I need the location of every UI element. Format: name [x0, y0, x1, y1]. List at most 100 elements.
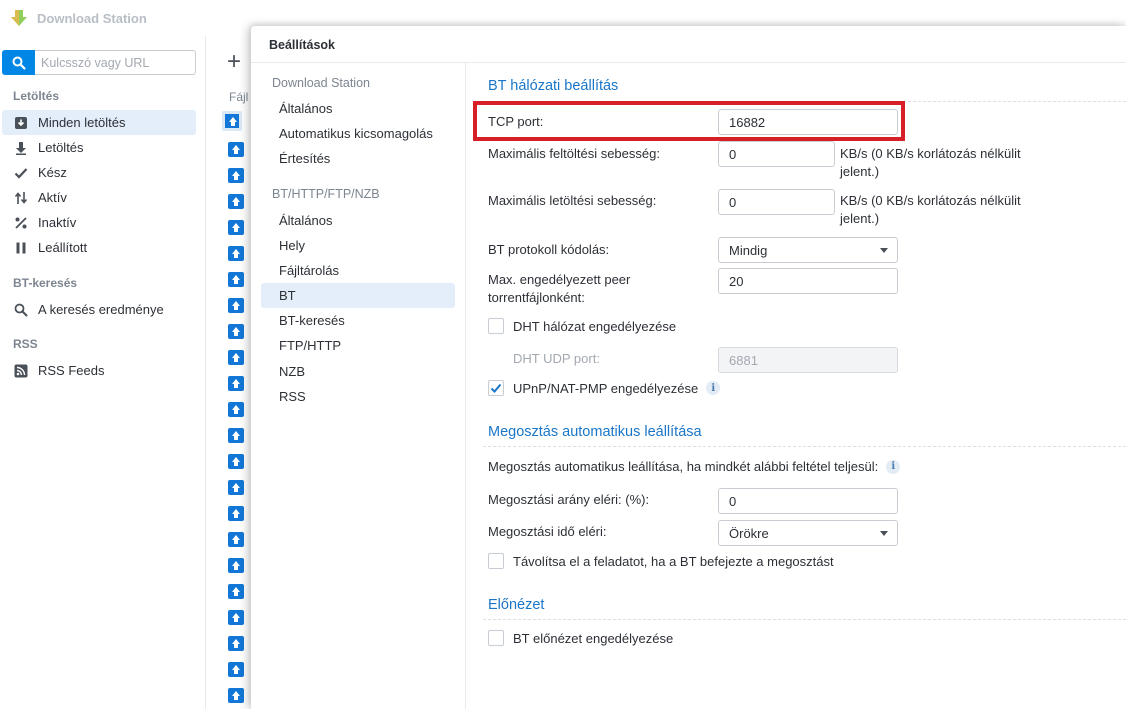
file-icon	[228, 506, 244, 521]
dialog-title: Beállítások	[269, 38, 336, 52]
share-ratio-field[interactable]	[718, 488, 898, 514]
max-download-label: Maximális letöltési sebesség:	[488, 193, 657, 208]
max-upload-unit: KB/s (0 KB/s korlátozás nélkülit jelent.…	[840, 146, 1021, 179]
share-time-label: Megosztási idő eléri:	[488, 524, 607, 539]
sidebar-item-label: Kész	[38, 165, 67, 180]
upnp-checkbox[interactable]	[488, 380, 504, 396]
file-icon	[228, 142, 244, 157]
sidebar-item-label: RSS Feeds	[38, 363, 105, 378]
share-ratio-label: Megosztási arány eléri: (%):	[488, 492, 650, 507]
pause-icon	[14, 241, 28, 255]
search-bar	[2, 50, 196, 75]
section-title-share-stop: Megosztás automatikus leállítása	[488, 424, 702, 440]
remove-task-checkbox-label: Távolítsa el a feladatot, ha a BT befeje…	[513, 553, 834, 569]
max-upload-field[interactable]	[718, 141, 835, 167]
nav-item-nzb[interactable]: NZB	[261, 359, 455, 384]
section-header-rss: RSS	[13, 337, 38, 351]
add-button[interactable]: +	[227, 50, 241, 74]
sidebar-item-rss-feeds[interactable]: RSS Feeds	[2, 358, 196, 383]
app-title: Download Station	[37, 10, 147, 26]
arrow-down-icon	[14, 141, 28, 155]
file-icon	[228, 376, 244, 391]
checkmark-icon	[490, 383, 502, 393]
preview-checkbox[interactable]	[488, 630, 504, 646]
up-down-arrows-icon	[14, 191, 28, 205]
sidebar-item-downloading[interactable]: Letöltés	[2, 135, 196, 160]
nav-item-ftp-http[interactable]: FTP/HTTP	[261, 333, 455, 358]
max-peer-field[interactable]	[718, 268, 898, 294]
sidebar-item-active[interactable]: Aktív	[2, 185, 196, 210]
tcp-port-field[interactable]	[718, 109, 898, 135]
nav-item-bt[interactable]: BT	[261, 283, 455, 308]
settings-content: BT hálózati beállítás TCP port: Maximáli…	[467, 63, 1126, 709]
section-title-preview: Előnézet	[488, 597, 545, 613]
file-icon	[228, 168, 244, 183]
file-icon	[222, 111, 242, 131]
protocol-label: BT protokoll kódolás:	[488, 242, 610, 257]
file-icon	[228, 220, 244, 235]
file-icon	[228, 272, 244, 287]
file-icon	[228, 298, 244, 313]
protocol-select[interactable]: Mindig	[718, 237, 898, 263]
protocol-select-value: Mindig	[729, 242, 768, 258]
checkmark-icon	[14, 166, 28, 180]
rss-icon	[14, 364, 28, 378]
sidebar-item-stopped[interactable]: Leállított	[2, 235, 196, 260]
nav-item-bt-search[interactable]: BT-keresés	[261, 308, 455, 333]
nav-item-notification[interactable]: Értesítés	[261, 146, 455, 171]
max-download-field[interactable]	[718, 189, 835, 215]
file-icon	[228, 324, 244, 339]
sidebar-item-completed[interactable]: Kész	[2, 160, 196, 185]
dht-port-label: DHT UDP port:	[513, 351, 600, 366]
search-input[interactable]	[35, 50, 196, 75]
file-icon	[228, 532, 244, 547]
sidebar-item-label: Letöltés	[38, 140, 84, 155]
nav-item-auto-extract[interactable]: Automatikus kicsomagolás	[261, 121, 455, 146]
share-stop-condition-text: Megosztás automatikus leállítása, ha min…	[488, 459, 879, 474]
search-button[interactable]	[2, 50, 35, 75]
sidebar-item-label: Inaktív	[38, 215, 77, 230]
download-station-logo-icon	[11, 10, 27, 26]
max-upload-label: Maximális feltöltési sebesség:	[488, 146, 660, 161]
nav-item-location[interactable]: Hely	[261, 233, 455, 258]
info-icon[interactable]: i	[706, 381, 721, 395]
file-icon	[228, 350, 244, 365]
sidebar-item-label: Aktív	[38, 190, 67, 205]
nav-item-general-ds[interactable]: Általános	[261, 96, 455, 121]
sidebar-item-inactive[interactable]: Inaktív	[2, 210, 196, 235]
section-header-bt-search: BT-keresés	[13, 276, 78, 290]
file-icon	[228, 558, 244, 573]
nav-item-rss[interactable]: RSS	[261, 384, 455, 409]
preview-checkbox-row[interactable]: BT előnézet engedélyezése	[488, 630, 673, 646]
chevron-down-icon	[880, 531, 888, 536]
sidebar-item-label: A keresés eredménye	[38, 302, 164, 317]
sidebar-item-all-downloads[interactable]: Minden letöltés	[2, 110, 196, 135]
dht-checkbox[interactable]	[488, 318, 504, 334]
share-stop-condition: Megosztás automatikus leállítása, ha min…	[488, 458, 901, 476]
upnp-checkbox-row[interactable]: UPnP/NAT-PMP engedélyezése i	[488, 380, 721, 396]
info-icon[interactable]: i	[886, 460, 901, 474]
app-title-bar: Download Station	[0, 0, 260, 36]
nav-item-file-storage[interactable]: Fájltárolás	[261, 258, 455, 283]
download-box-icon	[14, 116, 28, 130]
sidebar-item-search-results[interactable]: A keresés eredménye	[2, 297, 196, 322]
nav-item-general-bt[interactable]: Általános	[261, 208, 455, 233]
dht-port-field	[718, 347, 898, 373]
dht-checkbox-label: DHT hálózat engedélyezése	[513, 318, 677, 334]
file-icon	[228, 194, 244, 209]
dht-checkbox-row[interactable]: DHT hálózat engedélyezése	[488, 318, 676, 334]
section-header-download: Letöltés	[13, 89, 60, 103]
file-icon	[228, 402, 244, 417]
share-time-select[interactable]: Örökre	[718, 520, 898, 546]
nav-group-header-bt-http: BT/HTTP/FTP/NZB	[272, 187, 380, 201]
settings-nav: Download Station Általános Automatikus k…	[251, 63, 466, 709]
section-title-bt-network: BT hálózati beállítás	[488, 78, 619, 94]
file-icon	[228, 688, 244, 703]
max-peer-label: Max. engedélyezett peer torrentfájlonkén…	[488, 272, 631, 305]
settings-dialog: Beállítások Download Station Általános A…	[251, 26, 1126, 709]
sidebar: Letöltés Minden letöltés Letöltés Kész A…	[0, 36, 206, 709]
remove-task-checkbox-row[interactable]: Távolítsa el a feladatot, ha a BT befeje…	[488, 553, 834, 569]
tcp-port-label: TCP port:	[488, 114, 544, 129]
remove-task-checkbox[interactable]	[488, 553, 504, 569]
percent-icon	[14, 216, 28, 230]
